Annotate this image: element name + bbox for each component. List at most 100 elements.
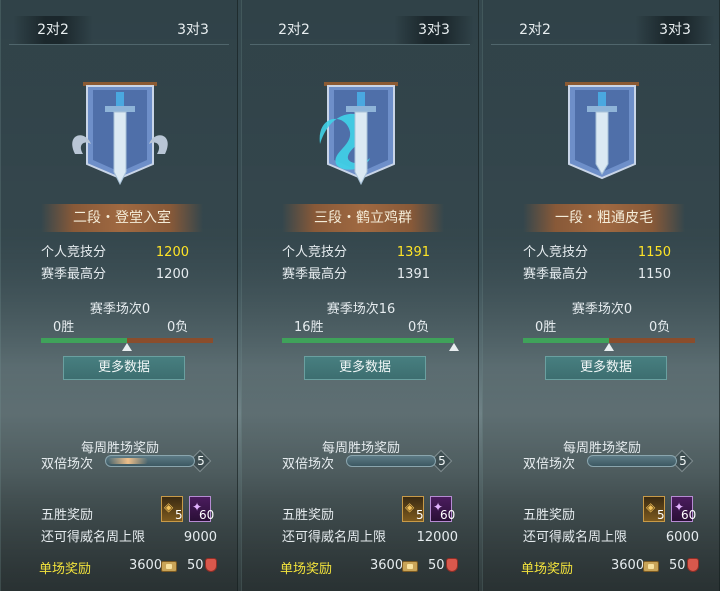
losses-count: 0负 — [649, 320, 671, 335]
rank-title: 二段・登堂入室 — [41, 204, 203, 232]
rank-title: 一段・粗通皮毛 — [523, 204, 685, 232]
wins-count: 0胜 — [53, 320, 75, 335]
weekly-cap-row: 还可得威名周上限 12000 — [282, 528, 458, 548]
losses-count: 0负 — [167, 320, 189, 335]
tab-divider — [9, 44, 229, 45]
win-ratio-marker-icon — [449, 343, 459, 351]
gold-reward-count: 5 — [657, 508, 665, 522]
single-reward-prestige-value: 50 — [669, 558, 686, 573]
tab-2v2[interactable]: 2对2 — [495, 16, 575, 44]
personal-score-label: 个人竞技分 — [282, 245, 348, 260]
weekly-cap-row: 还可得威名周上限 9000 — [41, 528, 217, 548]
five-win-reward-label: 五胜奖励 — [282, 508, 335, 523]
season-high-row: 赛季最高分 1150 — [523, 265, 683, 285]
single-match-reward-label: 单场奖励 — [280, 562, 333, 577]
season-high-value: 1391 — [396, 267, 430, 282]
rank-emblem-banner-icon — [72, 82, 168, 186]
season-high-value: 1150 — [637, 267, 671, 282]
shield-icon — [446, 558, 458, 572]
rank-title: 三段・鹤立鸡群 — [282, 204, 444, 232]
arena-panel-3v3: 2对2 3对3 三段・鹤立鸡群 个人竞技分 1391 赛季最高分 1391 赛季… — [241, 0, 479, 591]
win-fill — [523, 338, 609, 343]
tab-divider — [250, 44, 470, 45]
win-loss-bar — [41, 338, 213, 351]
win-fill — [41, 338, 127, 343]
double-matches-cap: 5 — [191, 451, 211, 471]
season-match-count: 赛季场次16 — [326, 302, 396, 317]
double-matches-label: 双倍场次 — [523, 457, 576, 472]
coin-icon — [161, 561, 177, 572]
gold-reward-count: 5 — [416, 508, 424, 522]
gold-reward-glyph-icon: ◈ — [646, 500, 656, 514]
single-reward-coin-value: 3600 — [611, 558, 645, 573]
rank-emblem-dragon-banner-icon — [319, 82, 398, 186]
personal-score-row: 个人竞技分 1150 — [523, 243, 683, 263]
single-reward-coin-value: 3600 — [370, 558, 404, 573]
double-matches-cap: 5 — [673, 451, 693, 471]
personal-score-value: 1150 — [637, 245, 671, 260]
tab-3v3[interactable]: 3对3 — [635, 16, 715, 44]
single-match-reward-label: 单场奖励 — [521, 562, 574, 577]
season-match-count: 赛季场次0 — [571, 302, 633, 317]
win-loss-bar — [282, 338, 459, 351]
more-data-button[interactable]: 更多数据 — [304, 356, 426, 380]
purple-reward-count: 60 — [440, 508, 456, 522]
personal-score-label: 个人竞技分 — [41, 245, 107, 260]
five-win-reward-label: 五胜奖励 — [523, 508, 576, 523]
personal-score-value: 1200 — [155, 245, 189, 260]
shield-icon — [687, 558, 699, 572]
purple-reward-count: 60 — [199, 508, 215, 522]
weekly-cap-row: 还可得威名周上限 6000 — [523, 528, 699, 548]
season-high-label: 赛季最高分 — [523, 267, 589, 282]
tab-2v2[interactable]: 2对2 — [254, 16, 334, 44]
weekly-cap-label: 还可得威名周上限 — [282, 530, 387, 545]
mode-tabs: 2对2 3对3 — [483, 16, 720, 44]
more-data-button[interactable]: 更多数据 — [63, 356, 185, 380]
win-ratio-marker-icon — [122, 343, 132, 351]
double-matches-cap: 5 — [432, 451, 452, 471]
tab-3v3[interactable]: 3对3 — [394, 16, 474, 44]
purple-reward-count: 60 — [681, 508, 697, 522]
personal-score-label: 个人竞技分 — [523, 245, 589, 260]
losses-count: 0负 — [408, 320, 430, 335]
double-matches-bar — [346, 455, 436, 467]
double-matches-bar — [587, 455, 677, 467]
season-high-row: 赛季最高分 1200 — [41, 265, 201, 285]
double-matches-label: 双倍场次 — [41, 457, 94, 472]
win-ratio-marker-icon — [604, 343, 614, 351]
win-fill — [282, 338, 454, 343]
more-data-button[interactable]: 更多数据 — [545, 356, 667, 380]
personal-score-value: 1391 — [396, 245, 430, 260]
rank-emblem-plain-banner-icon — [565, 82, 639, 180]
mode-tabs: 2对2 3对3 — [1, 16, 239, 44]
wins-count: 16胜 — [294, 320, 324, 335]
coin-icon — [402, 561, 418, 572]
single-reward-prestige-value: 50 — [428, 558, 445, 573]
season-match-count: 赛季场次0 — [89, 302, 151, 317]
personal-score-row: 个人竞技分 1200 — [41, 243, 201, 263]
single-reward-prestige-value: 50 — [187, 558, 204, 573]
weekly-cap-value: 6000 — [665, 530, 699, 545]
gold-reward-count: 5 — [175, 508, 183, 522]
tab-3v3[interactable]: 3对3 — [153, 16, 233, 44]
weekly-cap-label: 还可得威名周上限 — [523, 530, 628, 545]
gold-reward-glyph-icon: ◈ — [405, 500, 415, 514]
tab-divider — [491, 44, 711, 45]
double-bar-glow — [108, 458, 148, 464]
mode-tabs: 2对2 3对3 — [242, 16, 480, 44]
arena-panel-3v3-alt: 2对2 3对3 一段・粗通皮毛 个人竞技分 1150 赛季最高分 1150 赛季… — [482, 0, 720, 591]
tab-2v2[interactable]: 2对2 — [13, 16, 93, 44]
personal-score-row: 个人竞技分 1391 — [282, 243, 442, 263]
shield-icon — [205, 558, 217, 572]
wins-count: 0胜 — [535, 320, 557, 335]
double-matches-label: 双倍场次 — [282, 457, 335, 472]
gold-reward-glyph-icon: ◈ — [164, 500, 174, 514]
arena-panels: 2对2 3对3 二段・登堂入室 个人竞技分 1200 赛季最高分 1200 赛季… — [0, 0, 720, 591]
five-win-reward-label: 五胜奖励 — [41, 508, 94, 523]
weekly-cap-label: 还可得威名周上限 — [41, 530, 146, 545]
arena-panel-2v2: 2对2 3对3 二段・登堂入室 个人竞技分 1200 赛季最高分 1200 赛季… — [0, 0, 238, 591]
weekly-cap-value: 9000 — [183, 530, 217, 545]
single-reward-coin-value: 3600 — [129, 558, 163, 573]
season-high-value: 1200 — [155, 267, 189, 282]
weekly-cap-value: 12000 — [416, 530, 458, 545]
